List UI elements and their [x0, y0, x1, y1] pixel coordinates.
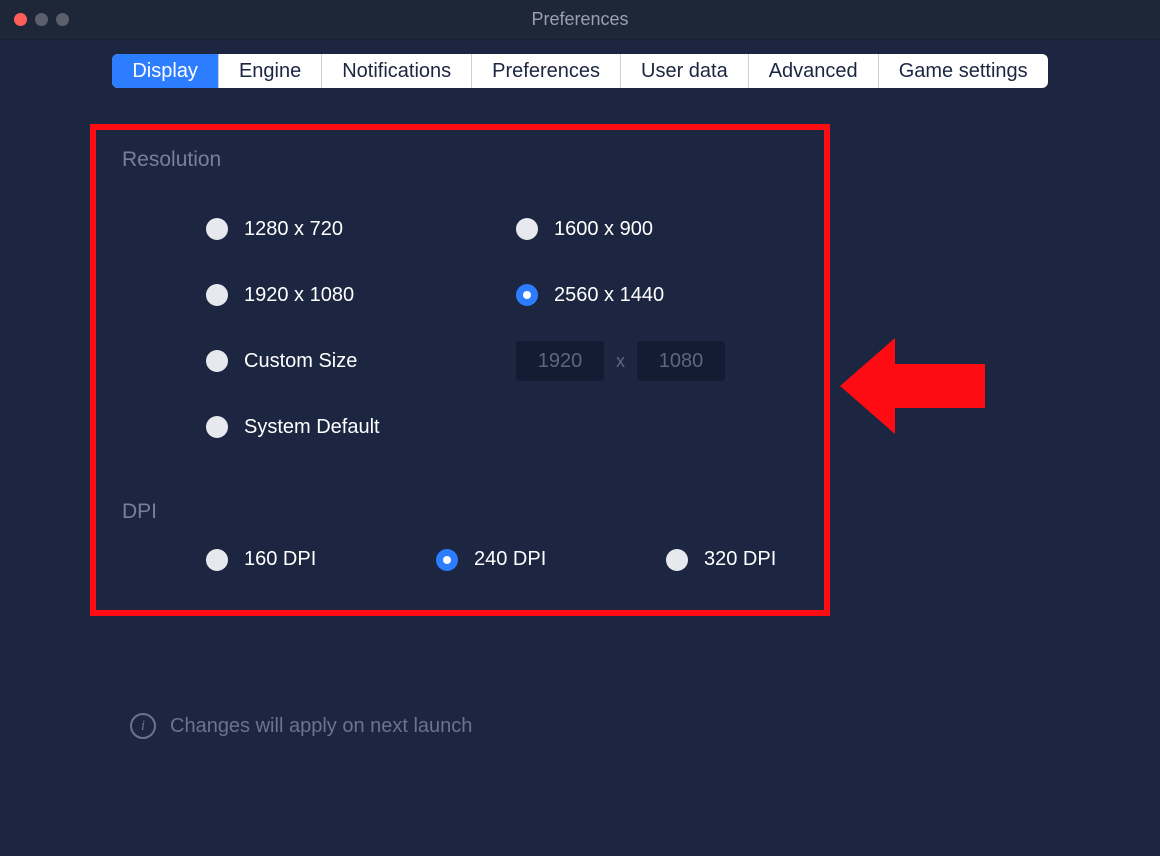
- close-window-icon[interactable]: [14, 13, 27, 26]
- radio-label: Custom Size: [244, 350, 357, 373]
- dpi-option-320[interactable]: 320 DPI: [666, 548, 896, 571]
- radio-label: 160 DPI: [244, 548, 316, 571]
- tab-game-settings[interactable]: Game settings: [879, 54, 1048, 88]
- custom-height-input[interactable]: [637, 341, 725, 381]
- dpi-heading: DPI: [122, 500, 1160, 524]
- dpi-options: 160 DPI 240 DPI 320 DPI: [206, 548, 1160, 571]
- resolution-option-1280x720[interactable]: 1280 x 720: [206, 218, 516, 241]
- info-icon: i: [130, 713, 156, 739]
- tab-engine[interactable]: Engine: [219, 54, 322, 88]
- dpi-option-160[interactable]: 160 DPI: [206, 548, 436, 571]
- radio-label: System Default: [244, 416, 380, 439]
- tab-advanced[interactable]: Advanced: [749, 54, 879, 88]
- window-titlebar: Preferences: [0, 0, 1160, 40]
- tab-preferences[interactable]: Preferences: [472, 54, 621, 88]
- radio-icon: [206, 218, 228, 240]
- radio-label: 1280 x 720: [244, 218, 343, 241]
- radio-label: 2560 x 1440: [554, 284, 664, 307]
- radio-icon: [206, 350, 228, 372]
- dpi-option-240[interactable]: 240 DPI: [436, 548, 666, 571]
- resolution-option-custom[interactable]: Custom Size: [206, 350, 516, 373]
- radio-icon: [516, 284, 538, 306]
- radio-icon: [206, 549, 228, 571]
- custom-width-input[interactable]: [516, 341, 604, 381]
- radio-icon: [436, 549, 458, 571]
- radio-label: 320 DPI: [704, 548, 776, 571]
- tabs-container: Display Engine Notifications Preferences…: [0, 40, 1160, 88]
- display-settings-panel: Resolution 1280 x 720 1600 x 900 1920 x …: [0, 88, 1160, 571]
- radio-icon: [206, 416, 228, 438]
- tab-display[interactable]: Display: [112, 54, 219, 88]
- tab-notifications[interactable]: Notifications: [322, 54, 472, 88]
- footer-note: i Changes will apply on next launch: [130, 713, 472, 739]
- custom-size-inputs: x: [516, 341, 725, 381]
- radio-icon: [516, 218, 538, 240]
- radio-label: 1920 x 1080: [244, 284, 354, 307]
- dimension-separator: x: [616, 351, 625, 372]
- footer-note-text: Changes will apply on next launch: [170, 715, 472, 738]
- resolution-option-1600x900[interactable]: 1600 x 900: [516, 218, 826, 241]
- radio-icon: [206, 284, 228, 306]
- resolution-option-1920x1080[interactable]: 1920 x 1080: [206, 284, 516, 307]
- resolution-option-2560x1440[interactable]: 2560 x 1440: [516, 284, 826, 307]
- maximize-window-icon[interactable]: [56, 13, 69, 26]
- window-controls: [0, 13, 69, 26]
- tab-user-data[interactable]: User data: [621, 54, 749, 88]
- resolution-heading: Resolution: [122, 148, 1160, 172]
- resolution-option-system-default[interactable]: System Default: [206, 416, 516, 439]
- tabs: Display Engine Notifications Preferences…: [112, 54, 1047, 88]
- minimize-window-icon[interactable]: [35, 13, 48, 26]
- resolution-options: 1280 x 720 1600 x 900 1920 x 1080 2560 x…: [206, 196, 1160, 460]
- radio-label: 1600 x 900: [554, 218, 653, 241]
- radio-label: 240 DPI: [474, 548, 546, 571]
- radio-icon: [666, 549, 688, 571]
- window-title: Preferences: [531, 9, 628, 30]
